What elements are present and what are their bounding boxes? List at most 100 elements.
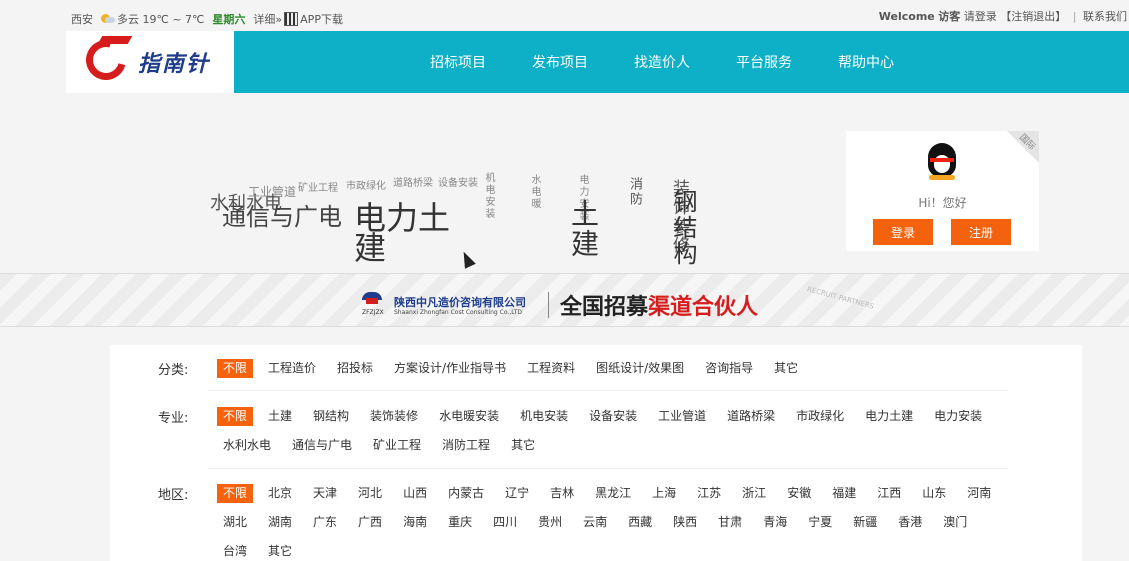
filter-option-region[interactable]: 宁夏 (802, 513, 838, 532)
filter-option-region[interactable]: 黑龙江 (589, 484, 637, 503)
filter-option-major[interactable]: 钢结构 (307, 407, 355, 426)
login-button[interactable]: 登录 (873, 219, 933, 245)
filter-option-region[interactable]: 江苏 (691, 484, 727, 503)
filter-option-region[interactable]: 新疆 (847, 513, 883, 532)
filter-option-category[interactable]: 其它 (768, 359, 804, 378)
filter-option-region[interactable]: 江西 (871, 484, 907, 503)
filter-option-major[interactable]: 不限 (217, 407, 254, 426)
filter-option-region[interactable]: 福建 (826, 484, 862, 503)
nav-item-publish[interactable]: 发布项目 (532, 52, 588, 72)
register-button[interactable]: 注册 (951, 219, 1011, 245)
filter-option-region[interactable]: 四川 (487, 513, 523, 532)
filter-option-region[interactable]: 青海 (757, 513, 793, 532)
filter-option-region[interactable]: 台湾 (217, 542, 253, 561)
filter-option-major[interactable]: 装饰装修 (364, 407, 424, 426)
filter-option-major[interactable]: 通信与广电 (286, 436, 358, 455)
cloud-item-roads[interactable]: 道路桥梁 (393, 174, 433, 189)
filter-option-major[interactable]: 市政绿化 (790, 407, 850, 426)
filter-option-category[interactable]: 方案设计/作业指导书 (388, 359, 512, 378)
cloud-item-mech-elec[interactable]: 机电安装 (481, 172, 496, 220)
filter-option-region[interactable]: 香港 (892, 513, 928, 532)
filter-option-major[interactable]: 土建 (262, 407, 298, 426)
cloud-item-fire[interactable]: 消防 (625, 177, 644, 207)
cloud-item-civil[interactable]: 土建 (563, 199, 603, 259)
filter-option-region[interactable]: 重庆 (442, 513, 478, 532)
contact-link[interactable]: 联系我们 (1083, 10, 1127, 23)
banner-decoration-text: RECRUIT PARTNERS (806, 285, 875, 311)
logout-link[interactable]: 【注销退出】 (1000, 10, 1066, 23)
filter-option-category[interactable]: 招投标 (331, 359, 379, 378)
user-bar: Welcome 访客 请登录 【注销退出】 | 联系我们 (879, 8, 1127, 24)
company-name-en: Shaanxi Zhongfan Cost Consulting Co.,LTD (394, 309, 523, 316)
nav-item-help[interactable]: 帮助中心 (838, 52, 894, 72)
filter-option-region[interactable]: 河南 (961, 484, 997, 503)
filter-option-region[interactable]: 浙江 (736, 484, 772, 503)
cloud-item-equipment[interactable]: 设备安装 (438, 174, 478, 189)
filter-option-major[interactable]: 机电安装 (514, 407, 574, 426)
visitor-label: 访客 (938, 10, 961, 23)
filter-option-category[interactable]: 工程资料 (521, 359, 581, 378)
filter-option-region[interactable]: 安徽 (781, 484, 817, 503)
login-link[interactable]: 请登录 (964, 10, 997, 23)
filter-option-major[interactable]: 水利水电 (217, 436, 277, 455)
filter-option-region[interactable]: 天津 (307, 484, 343, 503)
filter-option-region[interactable]: 广东 (307, 513, 343, 532)
filter-option-category[interactable]: 不限 (217, 359, 254, 378)
site-logo[interactable]: 指南针 (66, 31, 234, 93)
nav-item-services[interactable]: 平台服务 (736, 52, 792, 72)
filter-option-region[interactable]: 其它 (262, 542, 298, 561)
filter-option-major[interactable]: 道路桥梁 (721, 407, 781, 426)
partner-banner[interactable]: ZFZJZX 陕西中凡造价咨询有限公司 Shaanxi Zhongfan Cos… (0, 273, 1129, 327)
filter-option-major[interactable]: 其它 (505, 436, 541, 455)
slogan-part-b: 渠道合伙人 (648, 295, 759, 320)
nav-item-bidding[interactable]: 招标项目 (430, 52, 486, 72)
city-label: 西安 (71, 13, 93, 26)
filter-option-region[interactable]: 澳门 (937, 513, 973, 532)
filter-option-region[interactable]: 甘肃 (712, 513, 748, 532)
filter-option-category[interactable]: 图纸设计/效果图 (590, 359, 690, 378)
cloud-item-plumbing[interactable]: 水电暖 (527, 174, 542, 210)
filter-option-major[interactable]: 消防工程 (436, 436, 496, 455)
qr-code-icon (284, 12, 299, 26)
cloud-item-mining[interactable]: 矿业工程 (298, 179, 338, 194)
filter-option-region[interactable]: 上海 (646, 484, 682, 503)
filter-option-major[interactable]: 电力安装 (928, 407, 988, 426)
slogan-part-a: 全国招募 (560, 295, 649, 320)
filter-option-region[interactable]: 云南 (577, 513, 613, 532)
filter-option-region[interactable]: 辽宁 (499, 484, 535, 503)
filter-option-category[interactable]: 工程造价 (262, 359, 322, 378)
filter-option-region[interactable]: 海南 (397, 513, 433, 532)
filter-option-region[interactable]: 陕西 (667, 513, 703, 532)
banner-divider (548, 292, 549, 318)
filter-option-category[interactable]: 咨询指导 (699, 359, 759, 378)
cloudy-weather-icon (101, 14, 115, 24)
filter-option-region[interactable]: 河北 (352, 484, 388, 503)
filter-options-category: 不限 工程造价 招投标 方案设计/作业指导书 工程资料 图纸设计/效果图 咨询指导 其它 (217, 359, 1017, 388)
filter-option-major[interactable]: 矿业工程 (367, 436, 427, 455)
filter-option-major[interactable]: 设备安装 (583, 407, 643, 426)
app-download-link[interactable]: APP下载 (284, 11, 343, 27)
cloud-item-power-civil[interactable]: 电力土建 (354, 202, 474, 264)
filter-option-region[interactable]: 北京 (262, 484, 298, 503)
filter-option-region[interactable]: 内蒙古 (442, 484, 490, 503)
filter-option-region[interactable]: 湖北 (217, 513, 253, 532)
filter-option-region[interactable]: 吉林 (544, 484, 580, 503)
greeting-text: Hi！您好 (918, 196, 967, 210)
filter-option-region[interactable]: 不限 (217, 484, 254, 503)
filter-option-region[interactable]: 广西 (352, 513, 388, 532)
company-logo-sub: ZFZJZX (362, 309, 384, 316)
filter-option-region[interactable]: 山东 (916, 484, 952, 503)
cloud-item-telecom[interactable]: 通信与广电 (222, 197, 342, 232)
filter-option-major[interactable]: 工业管道 (652, 407, 712, 426)
filter-option-region[interactable]: 湖南 (262, 513, 298, 532)
filter-option-major[interactable]: 水电暖安装 (433, 407, 505, 426)
filter-option-region[interactable]: 山西 (397, 484, 433, 503)
weather-detail-link[interactable]: 详细» (253, 11, 282, 27)
nav-item-find-estimator[interactable]: 找造价人 (634, 52, 690, 72)
filter-divider (208, 468, 1008, 469)
filter-option-major[interactable]: 电力土建 (859, 407, 919, 426)
cloud-item-municipal[interactable]: 市政绿化 (346, 177, 386, 192)
filter-option-region[interactable]: 西藏 (622, 513, 658, 532)
cloud-item-steel[interactable]: 钢结构 (666, 189, 701, 267)
filter-option-region[interactable]: 贵州 (532, 513, 568, 532)
